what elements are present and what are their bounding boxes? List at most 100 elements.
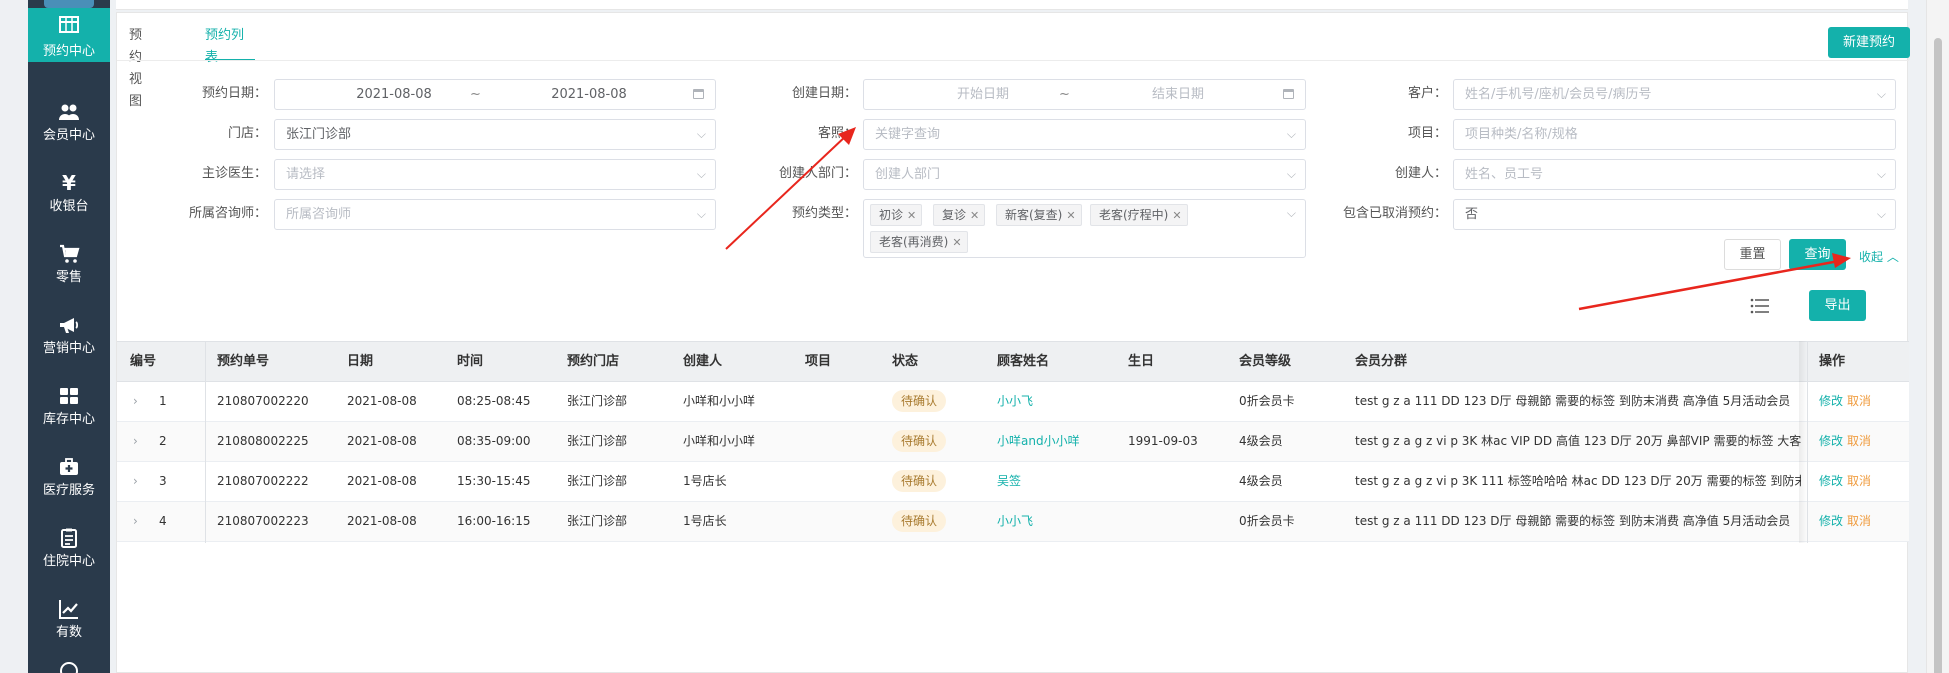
customer-select[interactable]: 姓名/手机号/座机/会员号/病历号 ⌵ (1453, 79, 1896, 110)
store-cell: 张江门诊部 (567, 514, 628, 528)
chevron-right-icon[interactable]: › (133, 382, 138, 421)
guest-source-select[interactable]: 关键字查询 ⌵ (863, 119, 1306, 150)
cancel-link[interactable]: 取消 (1847, 394, 1871, 408)
status-badge: 待确认 (892, 510, 947, 532)
creator-label: 创建人： (1394, 166, 1447, 181)
include-cancel-select[interactable]: 否 ⌵ (1453, 199, 1896, 230)
col-store: 预约门店 (567, 354, 620, 369)
sidebar-item-inpatient[interactable]: 住院中心 (28, 512, 110, 583)
tab-appointment-view[interactable]: 预约视图 (129, 25, 142, 109)
table-row[interactable]: › 1 210807002220 2021-08-08 08:25-08:45 张江门诊部… (117, 382, 1909, 422)
col-no: 编号 (130, 354, 157, 369)
store-select[interactable]: 张江门诊部 ⌵ (274, 119, 716, 150)
create-date-range-field[interactable]: 开始日期 ~ 结束日期 (863, 79, 1306, 110)
consultant-placeholder: 所属咨询师 (286, 207, 352, 222)
col-member-level: 会员等级 (1239, 354, 1292, 369)
creator-cell: 小咩和小小咩 (683, 394, 756, 408)
chevron-down-icon: ⌵ (696, 167, 706, 181)
edit-link[interactable]: 修改 (1819, 394, 1843, 408)
creator-select[interactable]: 姓名、员工号 ⌵ (1453, 159, 1896, 190)
chevron-right-icon[interactable]: › (133, 422, 138, 461)
close-icon[interactable]: ✕ (907, 209, 916, 222)
app-logo (44, 0, 94, 8)
close-icon[interactable]: ✕ (970, 209, 979, 222)
cancel-link[interactable]: 取消 (1847, 474, 1871, 488)
table-row[interactable]: › 4 210807002223 2021-08-08 16:00-16:15 张江门诊部… (117, 502, 1909, 542)
sidebar-item-appointment[interactable]: 预约中心 (28, 8, 110, 62)
sidebar-item-cashier[interactable]: ¥ 收银台 (28, 157, 110, 228)
edit-link[interactable]: 修改 (1819, 514, 1843, 528)
doctor-select[interactable]: 请选择 ⌵ (274, 159, 716, 190)
create-date-label: 创建日期： (791, 86, 857, 101)
store-cell: 张江门诊部 (567, 474, 628, 488)
sidebar-item-label: 库存中心 (42, 412, 95, 427)
consultant-select[interactable]: 所属咨询师 ⌵ (274, 199, 716, 230)
close-icon[interactable]: ✕ (952, 236, 961, 249)
collapse-link[interactable]: 收起 ︿ (1859, 248, 1899, 265)
tabs-divider (117, 60, 1909, 61)
sidebar-item-more[interactable] (28, 656, 110, 673)
appt-date-end[interactable]: 2021-08-08 (524, 80, 654, 109)
edit-link[interactable]: 修改 (1819, 434, 1843, 448)
creator-cell: 1号店长 (683, 474, 727, 488)
close-icon[interactable]: ✕ (1172, 209, 1181, 222)
tab-appointment-list[interactable]: 预约列表 (205, 25, 255, 65)
customer-name-link[interactable]: 小小飞 (997, 502, 1033, 541)
sidebar-item-label: 有数 (55, 625, 82, 640)
query-button[interactable]: 查询 (1789, 239, 1846, 270)
scrollbar-thumb[interactable] (1934, 38, 1942, 673)
create-date-start[interactable]: 开始日期 (918, 80, 1048, 109)
cancel-link[interactable]: 取消 (1847, 434, 1871, 448)
sidebar-item-label: 零售 (55, 270, 82, 285)
sidebar-item-marketing[interactable]: 营销中心 (28, 299, 110, 370)
col-order: 预约单号 (217, 354, 270, 369)
close-icon[interactable]: ✕ (1066, 209, 1075, 222)
customer-name-link[interactable]: 吴签 (997, 462, 1021, 501)
project-input[interactable]: 项目种类/名称/规格 (1453, 119, 1896, 150)
reset-button[interactable]: 重置 (1724, 239, 1781, 270)
appt-date-start[interactable]: 2021-08-08 (329, 80, 459, 109)
calendar-icon (28, 14, 110, 36)
sidebar-item-inventory[interactable]: 库存中心 (28, 370, 110, 441)
order-number-cell: 210808002225 (217, 434, 309, 448)
create-date-end[interactable]: 结束日期 (1113, 80, 1243, 109)
sidebar-item-retail[interactable]: 零售 (28, 228, 110, 299)
sidebar-item-medical[interactable]: 医疗服务 (28, 441, 110, 512)
table-row[interactable]: › 3 210807002222 2021-08-08 15:30-15:45 张江门诊部… (117, 462, 1909, 502)
chevron-right-icon[interactable]: › (133, 462, 138, 501)
creator-placeholder: 姓名、员工号 (1465, 167, 1544, 182)
customer-name-link[interactable]: 小小飞 (997, 382, 1033, 421)
clipboard-icon (28, 526, 110, 552)
chevron-down-icon: ⌵ (1286, 167, 1296, 181)
sidebar-item-analytics[interactable]: 有数 (28, 583, 110, 654)
customer-name-link[interactable]: 小咩and小小咩 (997, 422, 1080, 461)
guest-source-label: 客照： (817, 126, 857, 141)
users-icon (28, 100, 110, 126)
page-scrollbar[interactable] (1926, 0, 1949, 673)
edit-link[interactable]: 修改 (1819, 474, 1843, 488)
status-cell: 待确认 (892, 422, 947, 461)
col-project: 项目 (805, 354, 832, 369)
creator-dept-select[interactable]: 创建人部门 ⌵ (863, 159, 1306, 190)
member-level-cell: 0折会员卡 (1239, 394, 1295, 408)
date-cell: 2021-08-08 (347, 434, 417, 448)
appt-type-multiselect[interactable]: 初诊 ✕ 复诊 ✕ 新客(复查) ✕ 老客(疗程中) ✕ 老客(再消费) ✕ ⌵ (863, 199, 1306, 258)
collapse-label: 收起 (1859, 250, 1884, 264)
chevron-down-icon: ⌵ (1876, 87, 1886, 101)
col-birthday: 生日 (1128, 354, 1155, 369)
export-button[interactable]: 导出 (1809, 290, 1866, 321)
cancel-link[interactable]: 取消 (1847, 514, 1871, 528)
tag-first-visit: 初诊 ✕ (870, 204, 923, 226)
fixed-column-shadow (1799, 341, 1807, 543)
chevron-right-icon[interactable]: › (133, 502, 138, 541)
store-cell: 张江门诊部 (567, 434, 628, 448)
sidebar-item-members[interactable]: 会员中心 (28, 86, 110, 157)
new-appointment-button[interactable]: 新建预约 (1828, 27, 1910, 58)
table-row[interactable]: › 2 210808002225 2021-08-08 08:35-09:00 张江门诊部… (117, 422, 1909, 462)
appt-date-range-field[interactable]: 2021-08-08 ~ 2021-08-08 (274, 79, 716, 110)
medical-kit-icon (28, 455, 110, 481)
column-list-icon[interactable] (1750, 298, 1770, 314)
store-label: 门店： (227, 126, 267, 141)
creator-dept-label: 创建人部门： (778, 166, 857, 181)
sidebar-item-label: 住院中心 (42, 554, 95, 569)
